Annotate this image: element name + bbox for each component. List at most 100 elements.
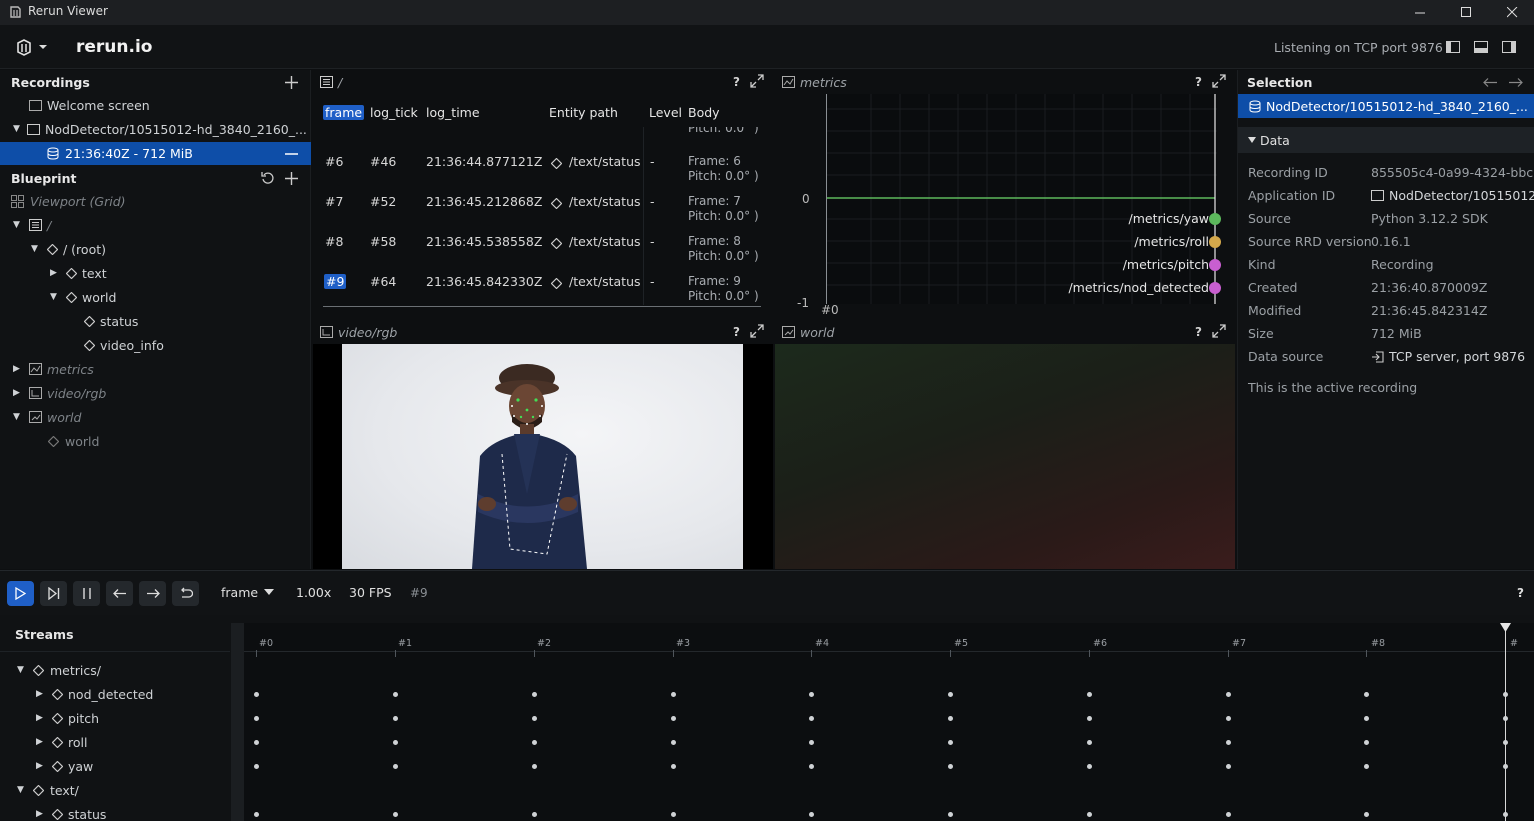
data-section-header[interactable]: Data — [1238, 127, 1534, 153]
expand-caret-icon[interactable]: ▼ — [50, 292, 62, 302]
stream-event-dot — [254, 692, 259, 697]
playback-fps[interactable]: 30 FPS — [349, 585, 392, 600]
timeline-area[interactable]: #0 #1 #2 #3 #4 #5 #6 #7 #8 # — [244, 623, 1534, 821]
column-entity-path[interactable]: Entity path — [549, 105, 618, 120]
column-body[interactable]: Body — [688, 105, 720, 120]
minimize-button[interactable] — [1397, 0, 1443, 25]
expand-caret-icon[interactable]: ▶ — [36, 809, 48, 819]
help-button[interactable]: ? — [733, 325, 740, 339]
column-log-tick[interactable]: log_tick — [370, 105, 418, 120]
timeline-selector[interactable]: frame — [221, 585, 275, 600]
pause-button[interactable] — [73, 581, 100, 606]
metrics-view-item[interactable]: ▶ metrics — [13, 357, 94, 381]
welcome-screen-item[interactable]: Welcome screen — [29, 93, 150, 117]
follow-button[interactable] — [40, 581, 67, 606]
stream-metrics[interactable]: ▼ metrics/ — [17, 658, 101, 682]
world-view-entity-item[interactable]: world — [48, 429, 99, 453]
world-view-header[interactable]: world — [782, 320, 834, 344]
add-view-icon[interactable] — [285, 172, 298, 185]
back-arrow-icon[interactable] — [1483, 77, 1498, 88]
current-time: #9 — [410, 586, 428, 600]
help-button[interactable]: ? — [1195, 75, 1202, 89]
world-view-item[interactable]: ▼ world — [13, 405, 81, 429]
expand-caret-icon[interactable]: ▼ — [17, 665, 29, 675]
column-log-time[interactable]: log_time — [426, 105, 480, 120]
help-button[interactable]: ? — [733, 75, 740, 89]
stream-roll[interactable]: ▶ roll — [36, 730, 87, 754]
help-button[interactable]: ? — [1517, 586, 1524, 600]
stream-event-dot — [1503, 692, 1508, 697]
expand-caret-icon[interactable]: ▶ — [36, 737, 48, 747]
video-frame[interactable] — [342, 344, 743, 569]
column-level[interactable]: Level — [649, 105, 682, 120]
root-entity-item[interactable]: ▼ / (root) — [31, 237, 106, 261]
expand-caret-icon[interactable]: ▼ — [31, 244, 43, 254]
streams-panel: Streams ▼ metrics/ ▶ nod_detected ▶ pitc… — [0, 615, 1534, 821]
rerun-menu-button[interactable] — [15, 38, 48, 56]
stream-status[interactable]: ▶ status — [36, 802, 106, 821]
brand-link[interactable]: rerun.io — [76, 37, 152, 57]
expand-caret-icon[interactable]: ▶ — [36, 761, 48, 771]
plot-area[interactable] — [827, 94, 1217, 304]
loop-button[interactable] — [172, 581, 199, 606]
step-forward-button[interactable] — [139, 581, 166, 606]
expand-caret-icon[interactable]: ▶ — [13, 388, 25, 398]
toggle-right-panel-icon[interactable] — [1502, 41, 1516, 54]
tick-label-7: #7 — [1232, 638, 1247, 649]
selected-item[interactable]: NodDetector/10515012-hd_3840_2160_... — [1238, 94, 1534, 118]
maximize-view-icon[interactable] — [750, 324, 764, 338]
entity-diamond-icon — [551, 238, 562, 249]
video-view-item[interactable]: ▶ video/rgb — [13, 381, 106, 405]
world-canvas[interactable] — [775, 344, 1235, 569]
help-button[interactable]: ? — [1195, 325, 1202, 339]
application-id-link[interactable]: NodDetector/10515012- — [1371, 188, 1534, 203]
expand-caret-icon[interactable]: ▼ — [13, 220, 25, 230]
world-entity-item[interactable]: ▼ world — [50, 285, 116, 309]
video-view: video/rgb ? — [313, 320, 773, 569]
stream-event-dot — [1226, 812, 1231, 817]
maximize-view-icon[interactable] — [750, 74, 764, 88]
close-button[interactable] — [1489, 0, 1534, 25]
add-recording-icon[interactable] — [285, 76, 298, 89]
expand-caret-icon[interactable]: ▶ — [50, 268, 62, 278]
tick-label-3: #3 — [676, 638, 691, 649]
column-frame[interactable]: frame — [323, 105, 365, 120]
expand-caret-icon[interactable]: ▶ — [36, 689, 48, 699]
tick-label-1: #1 — [398, 638, 413, 649]
stream-text[interactable]: ▼ text/ — [17, 778, 79, 802]
play-button[interactable] — [7, 581, 34, 606]
chevron-down-icon — [39, 45, 47, 49]
text-entity-item[interactable]: ▶ text — [50, 261, 107, 285]
maximize-view-icon[interactable] — [1212, 324, 1226, 338]
expand-caret-icon[interactable]: ▶ — [36, 713, 48, 723]
expand-caret-icon[interactable]: ▼ — [13, 124, 25, 134]
text-log-view-header[interactable]: / — [320, 70, 342, 94]
time-cursor-handle-icon[interactable] — [1500, 623, 1511, 632]
video-view-header[interactable]: video/rgb — [320, 320, 397, 344]
metrics-view-header[interactable]: metrics — [782, 70, 847, 94]
maximize-view-icon[interactable] — [1212, 74, 1226, 88]
status-entity-item[interactable]: status — [84, 309, 138, 333]
maximize-button[interactable] — [1443, 0, 1489, 25]
stream-pitch[interactable]: ▶ pitch — [36, 706, 99, 730]
field-key: Modified — [1248, 303, 1302, 318]
reset-icon[interactable] — [261, 171, 275, 185]
field-value: 21:36:40.870009Z — [1371, 280, 1488, 295]
playback-speed[interactable]: 1.00x — [296, 585, 331, 600]
toggle-bottom-panel-icon[interactable] — [1474, 41, 1488, 54]
expand-caret-icon[interactable]: ▼ — [17, 785, 29, 795]
remove-icon[interactable] — [285, 153, 298, 155]
time-cursor[interactable] — [1505, 623, 1506, 821]
toggle-left-panel-icon[interactable] — [1446, 41, 1460, 54]
container-item[interactable]: ▼ / — [13, 213, 51, 237]
video-info-entity-item[interactable]: video_info — [84, 333, 164, 357]
recording-item[interactable]: 21:36:40Z - 712 MiB — [0, 142, 311, 165]
stream-nod-detected[interactable]: ▶ nod_detected — [36, 682, 153, 706]
app-item[interactable]: ▼ NodDetector/10515012-hd_3840_2160_... — [13, 117, 307, 141]
viewport-item[interactable]: Viewport (Grid) — [11, 189, 126, 213]
expand-caret-icon[interactable]: ▼ — [13, 412, 25, 422]
forward-arrow-icon[interactable] — [1508, 77, 1523, 88]
expand-caret-icon[interactable]: ▶ — [13, 364, 25, 374]
step-back-button[interactable] — [106, 581, 133, 606]
stream-yaw[interactable]: ▶ yaw — [36, 754, 93, 778]
